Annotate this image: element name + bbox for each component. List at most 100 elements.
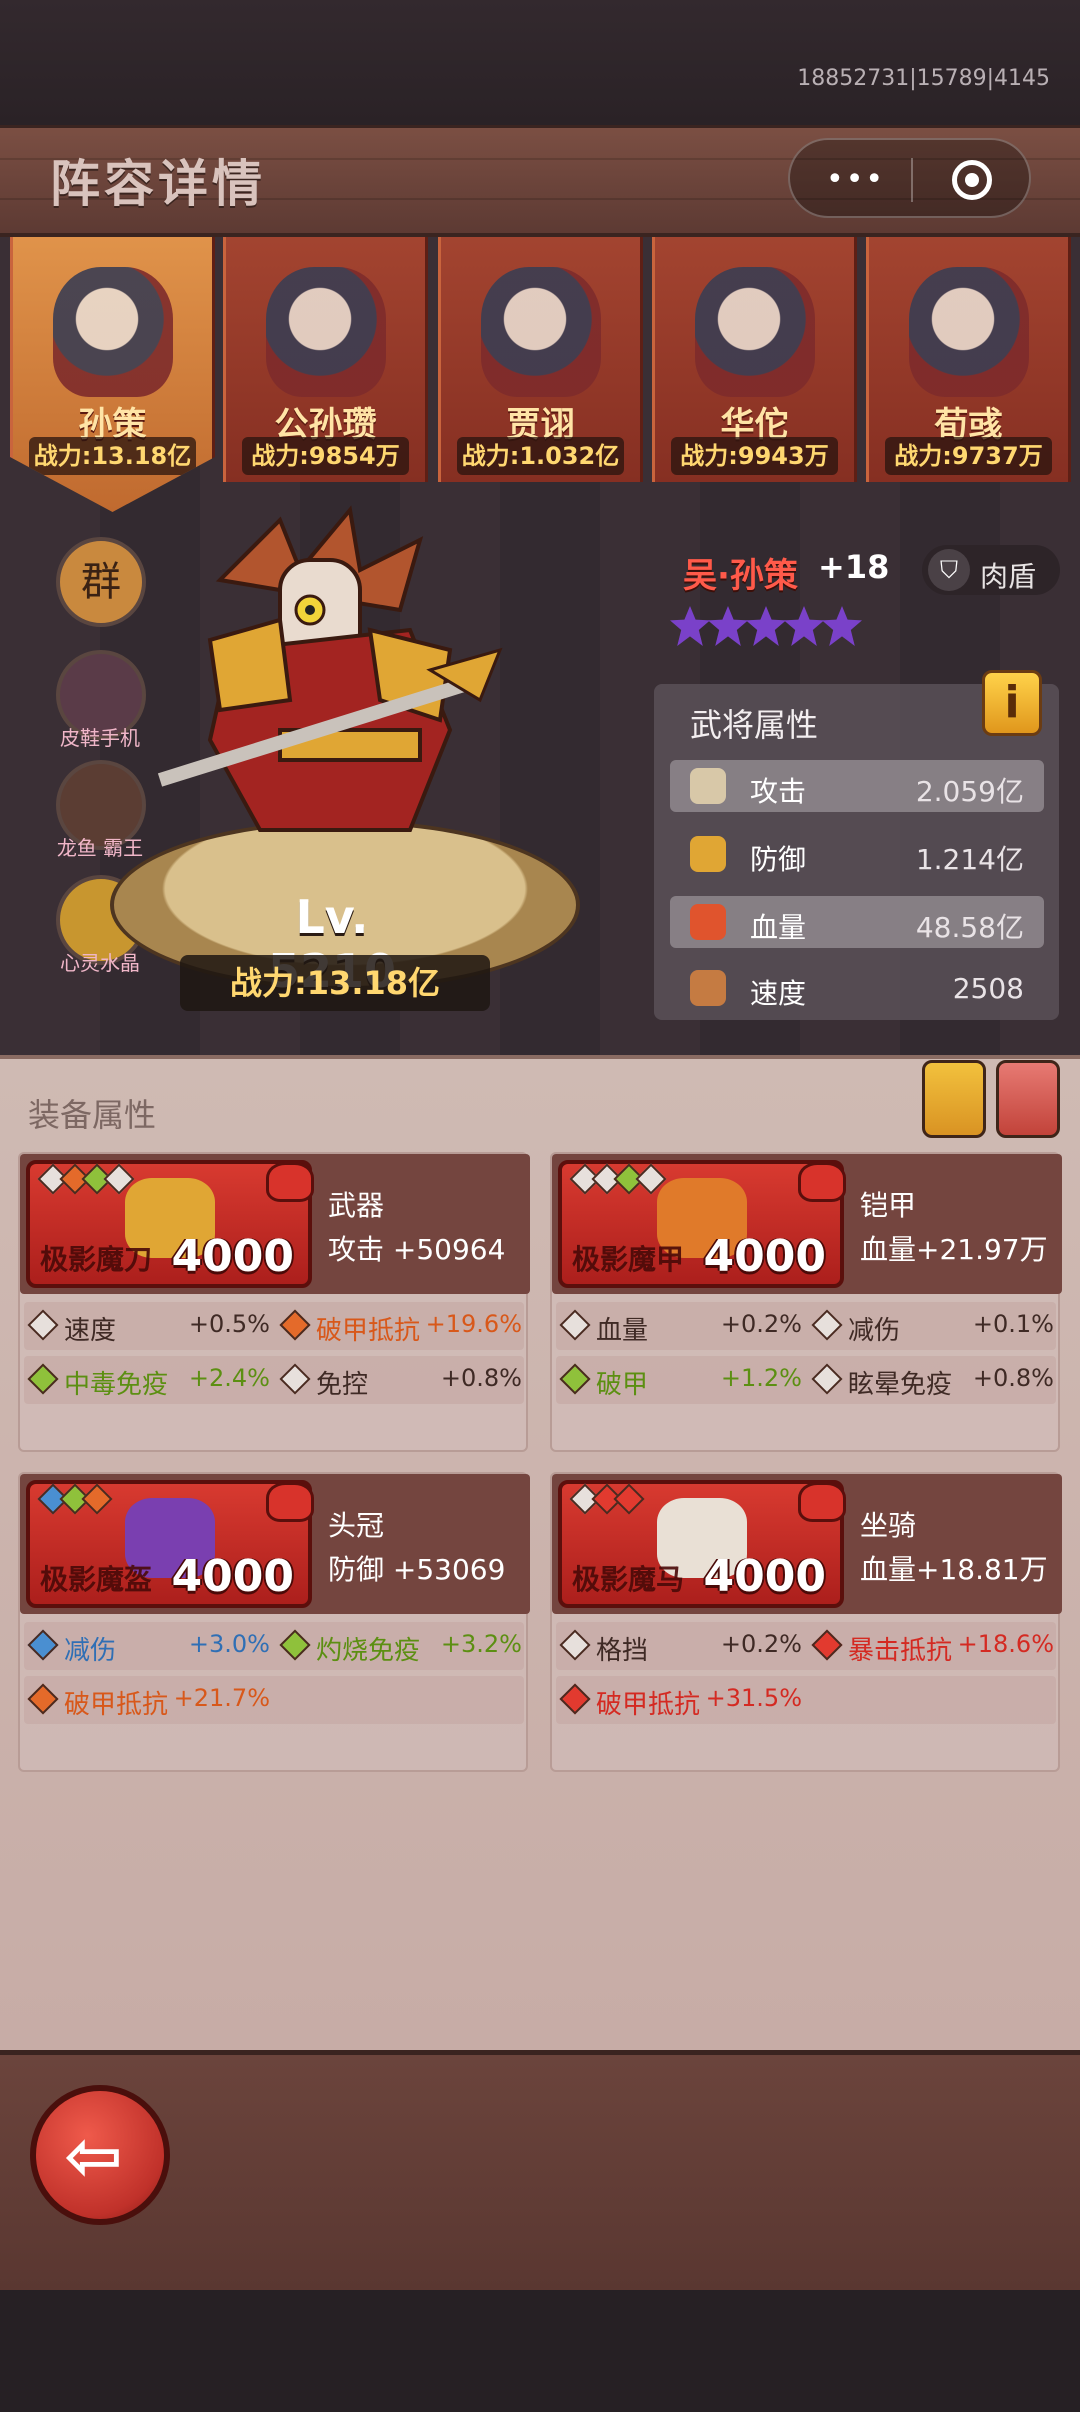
equipment-frame[interactable]: 极影魔盔 4000 [26, 1480, 314, 1608]
sub-stat-value: +0.5% [188, 1310, 270, 1338]
sub-stat-value: +19.6% [425, 1310, 522, 1338]
stat-gem-icon [279, 1309, 311, 1341]
sub-stat-row: 破甲 +1.2% 眩晕免疫 +0.8% [556, 1356, 1056, 1404]
attribute-row: 攻击 2.059亿 [670, 760, 1044, 812]
hero-portrait [481, 267, 601, 397]
sub-stat-name: 格挡 [596, 1636, 649, 1666]
equipment-face-icon[interactable] [922, 1060, 986, 1138]
equipment-frame[interactable]: 极影魔马 4000 [558, 1480, 846, 1608]
sub-stat-row: 速度 +0.5% 破甲抵抗 +19.6% [24, 1302, 524, 1350]
side-feature-label: 心灵水晶 [60, 951, 140, 975]
equipment-card[interactable]: 极影魔马 4000 坐骑 血量+18.81万 格挡 +0.2% 暴击抵抗 +18.6% 破甲抵抗… [550, 1472, 1062, 1772]
hero-banner-power: 战力:13.18亿 [29, 437, 196, 475]
equipment-frame[interactable]: 极影魔刀 4000 [26, 1160, 314, 1288]
sub-stat: 减伤 +0.1% [811, 1309, 1058, 1346]
hero-banner[interactable]: 荀彧 战力:9737万 [866, 237, 1071, 482]
gem-icon [613, 1483, 645, 1515]
sub-stat-name: 破甲抵抗 [596, 1690, 701, 1720]
star-icon [784, 606, 824, 646]
sub-stat: 血量 +0.2% [559, 1309, 806, 1346]
equipment-frame[interactable]: 极影魔甲 4000 [558, 1160, 846, 1288]
back-arrow-icon: ⇦ [64, 2115, 123, 2197]
stat-gem-icon [279, 1629, 311, 1661]
stat-gem-icon [559, 1309, 591, 1341]
top-status-area [0, 0, 1080, 125]
hero-power: 战力:13.18亿 [180, 955, 490, 1011]
attribute-name: 防御 [750, 843, 807, 876]
equipment-card[interactable]: 极影魔盔 4000 头冠 防御 +53069 减伤 +3.0% 灼烧免疫 +3.2% 破甲抵抗 +… [18, 1472, 530, 1772]
sub-stat: 速度 +0.5% [27, 1309, 274, 1346]
equipment-level: 4000 [703, 1551, 826, 1602]
sub-stat: 破甲 +1.2% [559, 1363, 806, 1400]
sub-stat-value: +0.2% [720, 1630, 802, 1658]
sub-stat-row: 血量 +0.2% 减伤 +0.1% [556, 1302, 1056, 1350]
equipment-knot-icon [266, 1162, 314, 1202]
hero-figure[interactable] [150, 500, 530, 880]
info-button[interactable]: i [982, 670, 1042, 736]
sub-stat: 中毒免疫 +2.4% [27, 1363, 274, 1400]
equipment-card[interactable]: 极影魔甲 4000 铠甲 血量+21.97万 血量 +0.2% 减伤 +0.1% 破甲 +1.2%… [550, 1152, 1062, 1452]
hero-banner[interactable]: 华佗 战力:9943万 [652, 237, 857, 482]
sub-stat-row: 格挡 +0.2% 暴击抵抗 +18.6% [556, 1622, 1056, 1670]
more-dots-icon[interactable]: ••• [826, 162, 885, 197]
sub-stat-name: 减伤 [848, 1316, 901, 1346]
sub-stat-value: +0.8% [972, 1364, 1054, 1392]
bottom-strip [0, 2290, 1080, 2412]
equipment-header: 极影魔盔 4000 头冠 防御 +53069 [20, 1474, 530, 1614]
equipment-main-stat: 血量+18.81万 [860, 1553, 1048, 1586]
attribute-icon [690, 904, 726, 940]
hero-portrait [695, 267, 815, 397]
hero-banner[interactable]: 贾诩 战力:1.032亿 [438, 237, 643, 482]
stat-gem-icon [279, 1363, 311, 1395]
sub-stat: 减伤 +3.0% [27, 1629, 274, 1666]
equipment-main-stat: 攻击 +50964 [328, 1233, 506, 1266]
equipment-main-stat: 血量+21.97万 [860, 1233, 1048, 1266]
sub-stat: 眩晕免疫 +0.8% [811, 1363, 1058, 1400]
equipment-title: 装备属性 [28, 1096, 157, 1134]
attribute-icon [690, 768, 726, 804]
attribute-name: 攻击 [750, 775, 807, 808]
side-feature-label: 皮鞋手机 [60, 726, 140, 750]
shield-icon: ⛉ [928, 549, 970, 591]
sub-stat-value: +0.8% [440, 1364, 522, 1392]
hero-banner[interactable]: 孙策 战力:13.18亿 [10, 237, 215, 512]
equipment-card[interactable]: 极影魔刀 4000 武器 攻击 +50964 速度 +0.5% 破甲抵抗 +19.6% 中毒免疫… [18, 1152, 530, 1452]
sub-stat-name: 减伤 [64, 1636, 117, 1666]
side-feature-icon[interactable]: 群 [56, 537, 146, 627]
hero-banner[interactable]: 公孙瓒 战力:9854万 [223, 237, 428, 482]
sub-stat-name: 灼烧免疫 [316, 1636, 421, 1666]
stat-gem-icon [811, 1309, 843, 1341]
star-icon [746, 606, 786, 646]
equipment-type: 头冠 [328, 1509, 385, 1542]
equipment-name: 极影魔马 [572, 1563, 685, 1596]
equipment-knot-icon [266, 1482, 314, 1522]
hero-portrait [266, 267, 386, 397]
sub-stat: 免控 +0.8% [279, 1363, 526, 1400]
hero-banner-power: 战力:9943万 [671, 437, 838, 475]
sub-stat-name: 速度 [64, 1316, 117, 1346]
sub-stat-value: +2.4% [188, 1364, 270, 1392]
attribute-icon [690, 970, 726, 1006]
sub-stat: 暴击抵抗 +18.6% [811, 1629, 1058, 1666]
attribute-value: 2.059亿 [915, 775, 1024, 808]
sub-stat: 破甲抵抗 +31.5% [559, 1683, 806, 1720]
star-icon [708, 606, 748, 646]
sub-stat-row: 破甲抵抗 +31.5% [556, 1676, 1056, 1724]
sub-stat-value: +31.5% [705, 1684, 802, 1712]
star-icon [670, 606, 710, 646]
page-title: 阵容详情 [50, 155, 266, 213]
back-button[interactable]: ⇦ [30, 2085, 170, 2225]
equipment-knot-icon [798, 1162, 846, 1202]
sub-stat-name: 破甲 [596, 1370, 649, 1400]
sub-stat: 破甲抵抗 +21.7% [27, 1683, 274, 1720]
stat-gem-icon [27, 1309, 59, 1341]
stat-gem-icon [811, 1629, 843, 1661]
sub-stat-name: 免控 [316, 1370, 369, 1400]
target-circle-icon[interactable] [952, 160, 992, 200]
equipment-eye-icon[interactable] [996, 1060, 1060, 1138]
equipment-name: 极影魔盔 [40, 1563, 153, 1596]
sub-stat-name: 眩晕免疫 [848, 1370, 953, 1400]
role-label: 肉盾 [980, 560, 1037, 593]
sub-stat: 格挡 +0.2% [559, 1629, 806, 1666]
attribute-value: 1.214亿 [915, 843, 1024, 876]
